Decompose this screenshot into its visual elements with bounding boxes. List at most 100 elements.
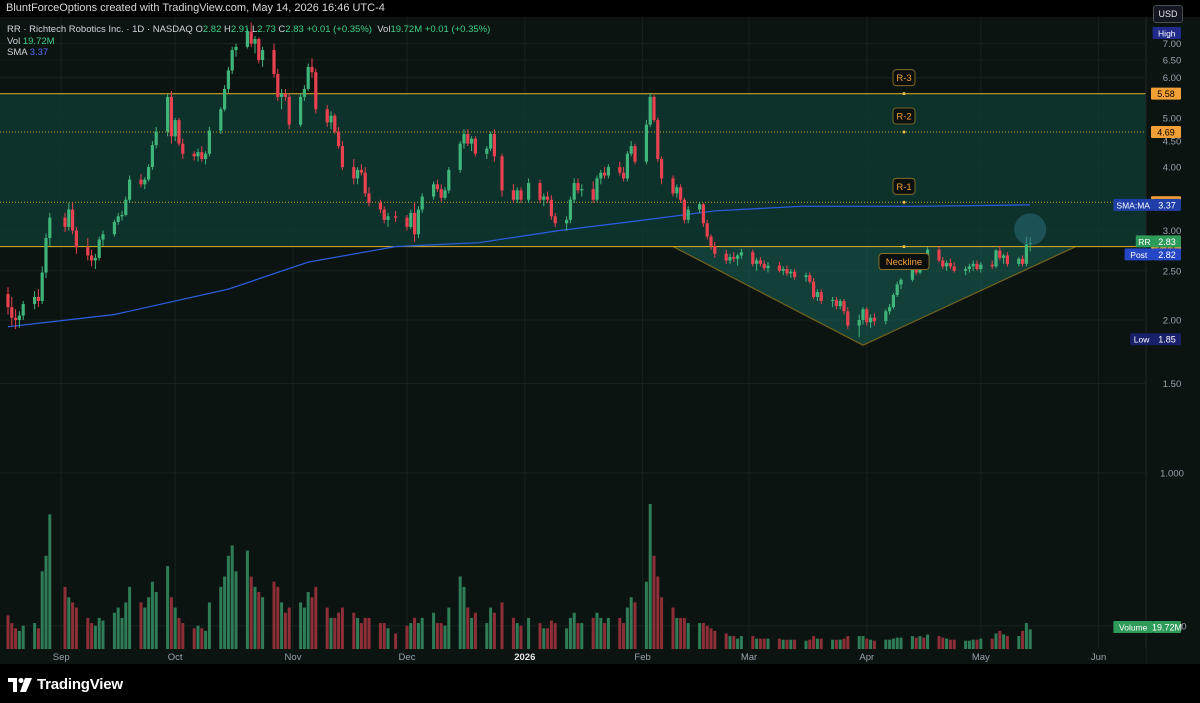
volume-bar-45 xyxy=(249,576,253,649)
candle-body-109 xyxy=(603,172,607,176)
candle-body-149 xyxy=(815,292,819,297)
candle-body-102 xyxy=(568,199,572,220)
volume-bar-138 xyxy=(758,638,762,649)
volume-bar-3 xyxy=(17,630,21,649)
volume-bar-137 xyxy=(755,638,759,649)
candle-127 xyxy=(701,202,705,227)
candle-body-94 xyxy=(519,190,523,200)
volume-bar-22 xyxy=(124,602,128,649)
candle-body-164 xyxy=(895,284,899,295)
volume-bar-112 xyxy=(622,623,626,649)
volume-bar-174 xyxy=(948,639,952,649)
candle-body-57 xyxy=(310,66,314,73)
volume-bar-181 xyxy=(990,638,994,649)
volume-bar-12 xyxy=(71,602,75,649)
volume-bar-142 xyxy=(781,639,785,649)
vol-inline-label: Vol xyxy=(377,24,391,35)
candle-body-33 xyxy=(181,143,185,154)
volume-bar-50 xyxy=(276,586,280,649)
volume-bar-161 xyxy=(884,639,888,649)
volume-bar-146 xyxy=(804,640,808,649)
candle-body-121 xyxy=(671,178,675,194)
candle-body-100 xyxy=(553,216,557,224)
volume-bar-73 xyxy=(405,625,409,649)
volume-bar-71 xyxy=(386,628,390,649)
level-badge-text-1: R-2 xyxy=(896,112,911,123)
volume-bar-53 xyxy=(287,607,291,649)
candle-body-151 xyxy=(831,299,835,301)
candle-body-147 xyxy=(808,275,812,282)
volume-bar-98 xyxy=(546,628,550,649)
candle-body-135 xyxy=(739,252,743,256)
candle-body-156 xyxy=(857,319,861,326)
volume-bar-134 xyxy=(736,638,740,649)
candle-body-127 xyxy=(701,204,705,224)
chart-frame[interactable]: R-3 R-2 R-1 Neckline 7.00 6.50 6.00 5.00 4.50 4.0… xyxy=(0,17,1200,664)
volume-bar-92 xyxy=(511,617,515,649)
volume-bar-59 xyxy=(325,607,329,649)
candle-113 xyxy=(625,151,629,182)
candle-76 xyxy=(416,206,420,239)
y-tick-0: 7.00 xyxy=(1163,39,1182,50)
volume-bar-104 xyxy=(576,623,580,649)
candle-body-79 xyxy=(435,184,439,190)
candle-body-148 xyxy=(812,281,816,297)
volume-row[interactable]: Vol 19.72M xyxy=(7,36,490,48)
volume-bar-109 xyxy=(603,623,607,649)
candle-body-187 xyxy=(1021,258,1025,264)
sma-row[interactable]: SMA 3.37 xyxy=(7,47,490,59)
volume-bar-32 xyxy=(177,617,181,649)
volume-bar-41 xyxy=(226,555,230,649)
volume-bar-154 xyxy=(842,638,846,649)
volume-bar-74 xyxy=(409,623,413,649)
x-tick-3: Dec xyxy=(399,652,416,663)
volume-bar-89 xyxy=(489,607,493,649)
candle-body-88 xyxy=(485,148,489,154)
candle-body-85 xyxy=(466,133,470,144)
volume-bar-14 xyxy=(86,617,90,649)
candle-body-184 xyxy=(1002,255,1006,258)
candle-body-61 xyxy=(333,115,337,132)
volume-bar-169 xyxy=(922,637,926,649)
volume-bar-80 xyxy=(439,623,443,649)
volume-bar-7 xyxy=(40,571,44,649)
candle-body-92 xyxy=(511,190,515,200)
candle-body-17 xyxy=(97,239,101,258)
candle-body-153 xyxy=(838,300,842,307)
volume-bar-152 xyxy=(834,639,838,649)
symbol-title[interactable]: RR · Richtech Robotics Inc. · 1D · NASDA… xyxy=(7,24,193,35)
candle-82 xyxy=(447,167,451,194)
currency-button[interactable]: USD xyxy=(1153,5,1183,23)
volume-bar-115 xyxy=(633,602,637,649)
volume-bar-83 xyxy=(458,576,462,649)
candle-body-177 xyxy=(967,266,971,270)
symbol-row[interactable]: RR · Richtech Robotics Inc. · 1D · NASDA… xyxy=(7,24,490,36)
candle-body-103 xyxy=(572,183,576,200)
candle-body-26 xyxy=(147,167,151,180)
volume-bar-27 xyxy=(150,581,154,649)
volume-bar-145 xyxy=(793,639,797,649)
volume-bar-129 xyxy=(709,628,713,649)
volume-bar-188 xyxy=(1024,623,1028,649)
candle-body-183 xyxy=(998,250,1002,258)
candle-body-106 xyxy=(591,189,595,200)
x-tick-7: Apr xyxy=(859,652,874,663)
high-label-tag-text: High xyxy=(1158,29,1176,39)
candle-89 xyxy=(489,131,493,152)
tradingview-logo[interactable]: TradingView xyxy=(8,676,123,693)
footer: TradingView xyxy=(0,664,1200,703)
candle-body-20 xyxy=(116,216,120,222)
candle-body-157 xyxy=(861,309,865,320)
candle-8 xyxy=(44,233,48,278)
candle-40 xyxy=(223,85,227,112)
candle-body-14 xyxy=(86,247,90,256)
ohlc-l-value: 2.73 xyxy=(257,24,276,35)
volume-bar-147 xyxy=(808,639,812,649)
volume-bar-0 xyxy=(6,615,10,649)
volume-bar-35 xyxy=(196,625,200,649)
candle-body-28 xyxy=(154,131,158,146)
candle-87 xyxy=(473,136,477,157)
price-chart[interactable]: R-3 R-2 R-1 Neckline 7.00 6.50 6.00 5.00 4.50 4.0… xyxy=(0,17,1200,664)
candle-29 xyxy=(166,93,170,137)
candle-body-111 xyxy=(618,167,622,173)
